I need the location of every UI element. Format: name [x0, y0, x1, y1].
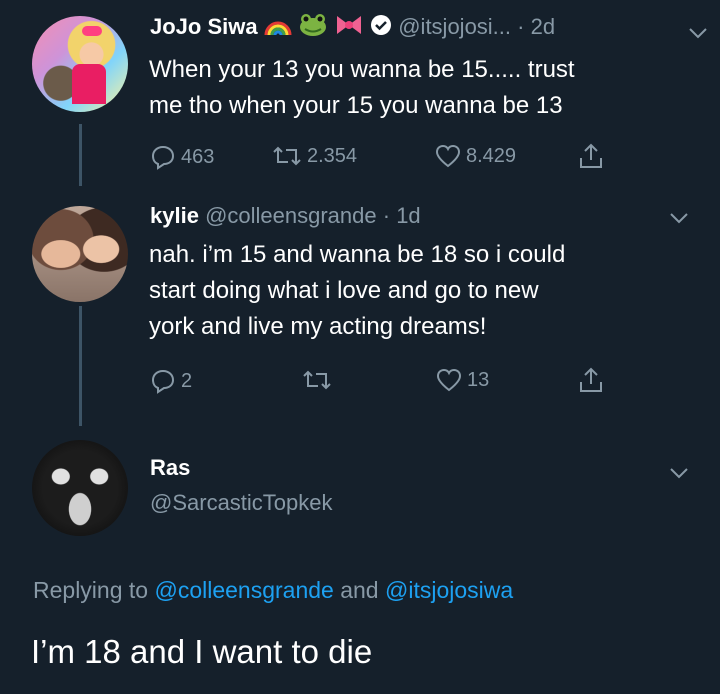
mention-link[interactable]: @itsjojosiwa — [385, 577, 513, 603]
reply-button[interactable]: 463 — [150, 144, 214, 170]
share-button[interactable] — [578, 142, 604, 170]
mention-link[interactable]: @colleensgrande — [154, 577, 333, 603]
author-handle[interactable]: @colleensgrande — [205, 203, 377, 228]
retweet-count: 2.354 — [307, 144, 358, 167]
replying-to-prefix: Replying to — [33, 577, 149, 603]
like-button[interactable]: 13 — [436, 368, 489, 392]
like-button[interactable]: 8.429 — [435, 144, 516, 168]
share-icon — [580, 143, 602, 168]
chevron-down-icon[interactable] — [669, 466, 689, 484]
author-name[interactable]: kylie — [150, 203, 199, 228]
replying-to: Replying to @colleensgrande and @itsjojo… — [33, 577, 513, 604]
retweet-button[interactable] — [302, 368, 332, 392]
verified-badge-icon — [370, 14, 392, 42]
author-handle-row: @SarcasticTopkek — [150, 490, 333, 516]
tweet-text-line: When your 13 you wanna be 15..... trust — [149, 56, 575, 83]
replying-to-and: and — [340, 577, 379, 603]
tweet-text: nah. i’m 15 and wanna be 18 so i could s… — [149, 237, 669, 345]
share-button[interactable] — [578, 366, 604, 394]
tweet-time[interactable]: · 2d — [517, 14, 555, 39]
thread-line — [79, 306, 82, 426]
share-icon — [580, 367, 602, 392]
reply-icon — [151, 145, 175, 170]
like-count: 13 — [467, 368, 490, 391]
avatar-ras[interactable] — [32, 440, 128, 536]
tweet-text-line: nah. i’m 15 and wanna be 18 so i could — [149, 241, 566, 268]
author-name[interactable]: Ras — [150, 455, 190, 480]
chevron-down-icon[interactable] — [688, 26, 708, 44]
tweet-text-line: start doing what i love and go to new — [149, 277, 539, 304]
reply-count: 2 — [181, 369, 193, 392]
bow-emoji-icon — [334, 13, 364, 43]
retweet-button[interactable]: 2.354 — [272, 144, 357, 168]
tweet-text-line: york and live my acting dreams! — [149, 313, 487, 340]
tweet-text-line: me tho when your 15 you wanna be 13 — [149, 92, 563, 119]
tweet-text: When your 13 you wanna be 15..... trust … — [149, 52, 669, 124]
like-icon — [435, 144, 461, 168]
avatar-jojo[interactable] — [32, 16, 128, 112]
tweet-time[interactable]: · 1d — [383, 203, 421, 228]
frog-emoji-icon — [298, 13, 328, 43]
author-name[interactable]: JoJo Siwa — [150, 14, 258, 39]
reply-icon — [151, 369, 175, 394]
thread-line — [79, 124, 82, 186]
avatar-kylie[interactable] — [32, 206, 128, 302]
author-handle[interactable]: @SarcasticTopkek — [150, 490, 333, 515]
like-count: 8.429 — [466, 144, 517, 167]
like-icon — [436, 368, 462, 392]
tweet-header: kylie @colleensgrande · 1d — [150, 203, 421, 229]
retweet-icon — [273, 146, 301, 166]
reply-count: 463 — [181, 145, 215, 168]
retweet-icon — [303, 370, 331, 390]
chevron-down-icon[interactable] — [669, 211, 689, 229]
tweet-header: JoJo Siwa @itsjojosi... · 2d — [150, 13, 555, 43]
rainbow-emoji-icon — [264, 13, 292, 43]
author-handle[interactable]: @itsjojosi... — [398, 14, 511, 39]
focused-tweet-text: I’m 18 and I want to die — [31, 633, 373, 670]
reply-button[interactable]: 2 — [150, 368, 192, 394]
author-name-row: Ras — [150, 455, 190, 481]
